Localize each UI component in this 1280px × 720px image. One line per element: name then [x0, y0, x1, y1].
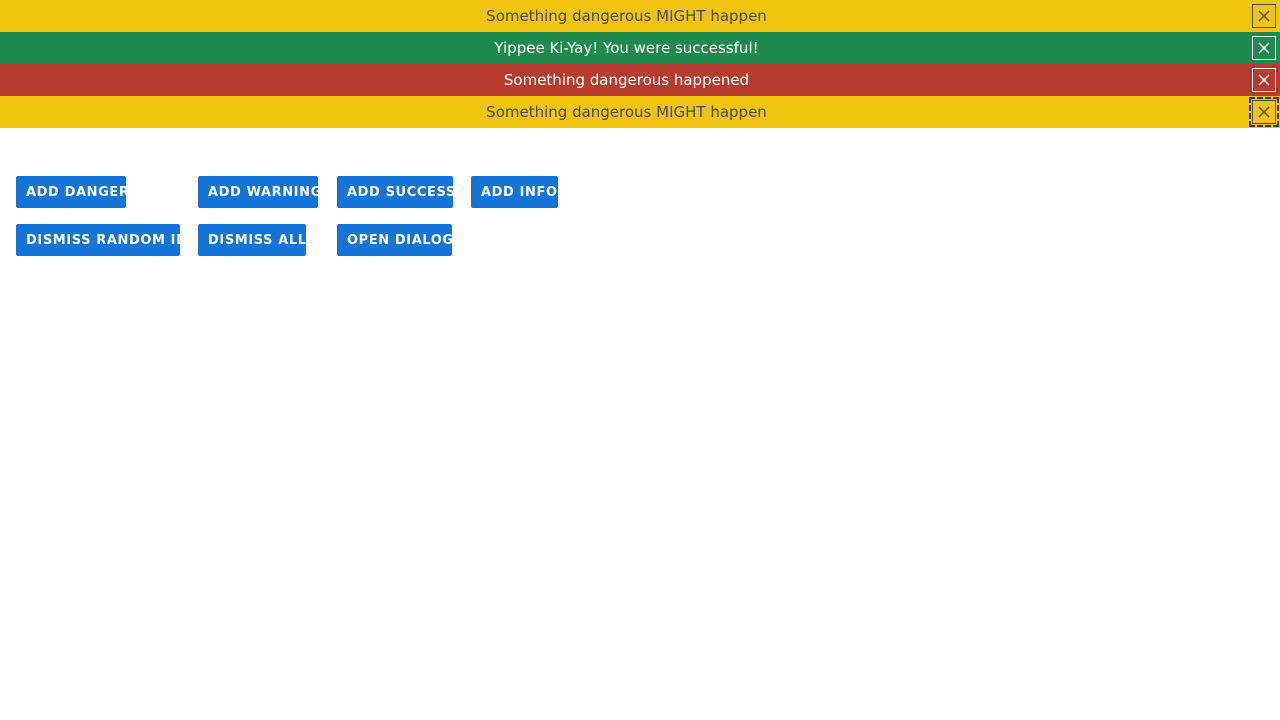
add-success-button[interactable]: ADD SUCCESS — [337, 176, 455, 208]
alert-message: Something dangerous happened — [503, 71, 750, 89]
alert-close-button[interactable] — [1252, 36, 1276, 60]
alert-danger: Something dangerous happened — [0, 64, 1280, 96]
close-icon — [1258, 106, 1270, 118]
close-icon — [1258, 10, 1270, 22]
alert-close-button[interactable] — [1249, 97, 1279, 127]
button-row-actions: DISMISS RANDOM ID DISMISS ALL OPEN DIALO… — [16, 224, 558, 256]
dismiss-all-button[interactable]: DISMISS ALL — [198, 224, 306, 256]
alert-warning: Something dangerous MIGHT happen — [0, 0, 1280, 32]
alert-warning: Something dangerous MIGHT happen — [0, 96, 1280, 128]
control-panel: ADD DANGER ADD WARNING ADD SUCCESS ADD I… — [16, 176, 558, 272]
add-danger-button[interactable]: ADD DANGER — [16, 176, 129, 208]
alert-message: Something dangerous MIGHT happen — [486, 103, 767, 121]
close-icon — [1258, 74, 1270, 86]
add-warning-button[interactable]: ADD WARNING — [198, 176, 321, 208]
dismiss-random-id-button[interactable]: DISMISS RANDOM ID — [16, 224, 187, 256]
alert-message: Something dangerous MIGHT happen — [486, 7, 767, 25]
alert-list: Something dangerous MIGHT happen Yippee … — [0, 0, 1280, 128]
alert-close-button[interactable] — [1252, 4, 1276, 28]
close-icon — [1258, 42, 1270, 54]
alert-success: Yippee Ki-Yay! You were successful! — [0, 32, 1280, 64]
alert-close-button[interactable] — [1252, 68, 1276, 92]
open-dialog-button[interactable]: OPEN DIALOG — [337, 224, 453, 256]
button-row-add: ADD DANGER ADD WARNING ADD SUCCESS ADD I… — [16, 176, 558, 208]
add-info-button[interactable]: ADD INFO — [471, 176, 558, 208]
alert-message: Yippee Ki-Yay! You were successful! — [494, 39, 759, 57]
